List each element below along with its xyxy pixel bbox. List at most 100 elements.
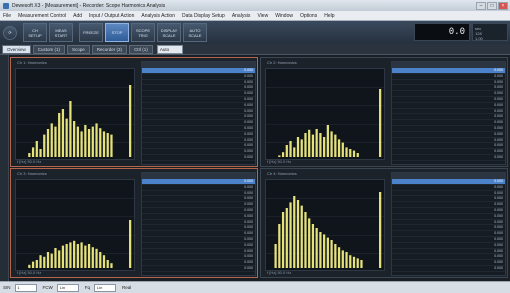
refresh-button[interactable]: ⟳ — [3, 25, 17, 40]
harmonic-bar — [28, 153, 31, 157]
menu-item[interactable]: View — [257, 13, 268, 19]
panel-footer: f [Hz] 50.0 Hz — [17, 270, 42, 275]
harmonic-bar — [46, 129, 50, 157]
table-cell — [392, 191, 448, 196]
harmonic-bar — [308, 218, 311, 268]
table-cell: 0.000 — [494, 68, 503, 72]
fft-plot[interactable] — [265, 179, 386, 271]
harmonics-panel[interactable]: Ch 3: Harmonics f [Hz] 50.0 Hz 0.000 0.000 0… — [10, 168, 258, 278]
table-row[interactable]: 0.000 — [142, 266, 255, 272]
toolbar-button[interactable]: AUTO SCALE — [183, 23, 207, 42]
harmonic-bar — [46, 252, 50, 268]
toolbar-button-label: FREEZE — [83, 30, 99, 35]
table-cell — [392, 179, 448, 184]
table-cell: 0.000 — [494, 149, 503, 154]
app-icon — [3, 2, 9, 9]
harmonic-bar — [35, 260, 38, 268]
table-cell — [392, 138, 448, 143]
table-row[interactable]: 0.000 — [392, 155, 505, 161]
maximize-button[interactable]: □ — [487, 1, 497, 10]
toolbar-button[interactable]: SCOPE TRIG — [131, 23, 155, 42]
harmonic-bar — [61, 109, 65, 157]
harmonic-bar — [379, 89, 382, 157]
table-cell: 0.000 — [244, 179, 253, 183]
table-row[interactable]: 0.000 — [392, 266, 505, 272]
harmonic-bar — [352, 150, 356, 157]
harmonics-panel[interactable]: Ch 1: Harmonics f [Hz] 50.0 Hz 0.000 0.000 0… — [10, 57, 258, 167]
table-cell: 0.000 — [244, 120, 253, 125]
harmonic-bar — [323, 234, 326, 268]
harmonics-table[interactable]: 0.000 0.000 0.000 0.000 0.000 0.000 0.000 0.000… — [141, 172, 256, 276]
harmonic-bar — [61, 245, 65, 268]
table-cell: 0.000 — [244, 260, 253, 265]
harmonics-table[interactable]: 0.000 0.000 0.000 0.000 0.000 0.000 0.000 0.000… — [141, 61, 256, 165]
harmonic-bar — [304, 212, 307, 268]
menu-item[interactable]: Analysis Action — [141, 13, 175, 19]
minimize-button[interactable]: – — [476, 1, 486, 10]
tab[interactable]: Recorder (3) — [91, 44, 128, 54]
harmonics-table[interactable]: 0.000 0.000 0.000 0.000 0.000 0.000 0.000 0.000… — [391, 172, 506, 276]
menu-item[interactable]: Analysis — [232, 13, 251, 19]
harmonics-panel[interactable]: Ch 2: Harmonics f [Hz] 50.0 Hz 0.000 0.000 0… — [260, 57, 508, 167]
table-cell — [392, 185, 448, 190]
harmonic-bar — [289, 141, 292, 157]
status-a-label: SIN — [3, 285, 11, 290]
harmonic-bar — [308, 129, 311, 157]
fft-plot[interactable] — [15, 179, 136, 271]
table-cell — [142, 254, 198, 259]
tab[interactable]: Ctrl (1) — [129, 44, 153, 54]
toolbar-button[interactable]: MEAS START — [49, 23, 73, 42]
table-cell — [142, 138, 198, 143]
harmonic-bar — [54, 126, 57, 157]
table-cell: 0.000 — [494, 73, 503, 78]
menu-item[interactable]: Measurement Control — [18, 13, 66, 19]
tab[interactable]: Overview — [2, 44, 31, 54]
close-button[interactable]: × — [498, 1, 508, 10]
fft-plot[interactable] — [15, 68, 136, 160]
toolbar-button[interactable]: FREEZE — [79, 23, 103, 42]
table-cell — [142, 97, 198, 102]
table-cell — [392, 85, 448, 90]
toolbar-button[interactable]: CH SETUP — [23, 23, 47, 42]
harmonic-bar — [69, 242, 72, 268]
status-b-select[interactable]: Lin — [56, 283, 79, 292]
harmonics-table[interactable]: 0.000 0.000 0.000 0.000 0.000 0.000 0.000 0.000… — [391, 61, 506, 165]
harmonic-bar — [337, 139, 341, 157]
harmonics-panel[interactable]: Ch 4: Harmonics f [Hz] 50.0 Hz 0.000 0.000 0… — [260, 168, 508, 278]
fft-plot[interactable] — [265, 68, 386, 160]
table-cell — [142, 196, 198, 201]
table-cell: 0.000 — [494, 131, 503, 136]
menu-item[interactable]: Data Display Setup — [182, 13, 225, 19]
table-cell — [392, 80, 448, 85]
table-cell — [142, 220, 198, 225]
menu-item[interactable]: Help — [324, 13, 334, 19]
menu-item[interactable]: File — [3, 13, 11, 19]
table-cell — [142, 126, 198, 131]
harmonic-bar — [337, 247, 341, 268]
harmonic-bar — [304, 133, 307, 157]
harmonic-bar — [91, 247, 94, 268]
status-a-select[interactable]: 1 — [14, 283, 37, 292]
status-c-select[interactable]: Lin — [94, 283, 117, 292]
view-select[interactable]: Auto — [156, 44, 183, 54]
menu-item[interactable]: Options — [300, 13, 317, 19]
harmonic-bar — [319, 133, 322, 157]
window-title: Dewesoft X3 - [Measurement] - Recorder: … — [12, 2, 166, 9]
tab[interactable]: Custom (1) — [32, 44, 66, 54]
table-row[interactable]: 0.000 — [142, 155, 255, 161]
harmonic-bar — [54, 248, 57, 268]
table-cell: 0.000 — [494, 125, 503, 130]
toolbar-button[interactable]: DISPLAY SCALE — [157, 23, 181, 42]
menu-item[interactable]: Add — [73, 13, 82, 19]
tab[interactable]: Scope — [67, 44, 90, 54]
harmonic-bar — [330, 240, 333, 268]
menu-bar: File Measurement Control Add Input / Output… — [0, 11, 510, 21]
menu-item[interactable]: Window — [275, 13, 293, 19]
status-c-label: Fq — [84, 285, 91, 290]
harmonic-bar — [84, 245, 87, 268]
table-cell — [392, 149, 448, 154]
toolbar-button[interactable]: STOP — [105, 23, 129, 42]
table-cell — [392, 97, 448, 102]
harmonic-bar — [31, 147, 35, 157]
menu-item[interactable]: Input / Output Action — [89, 13, 134, 19]
